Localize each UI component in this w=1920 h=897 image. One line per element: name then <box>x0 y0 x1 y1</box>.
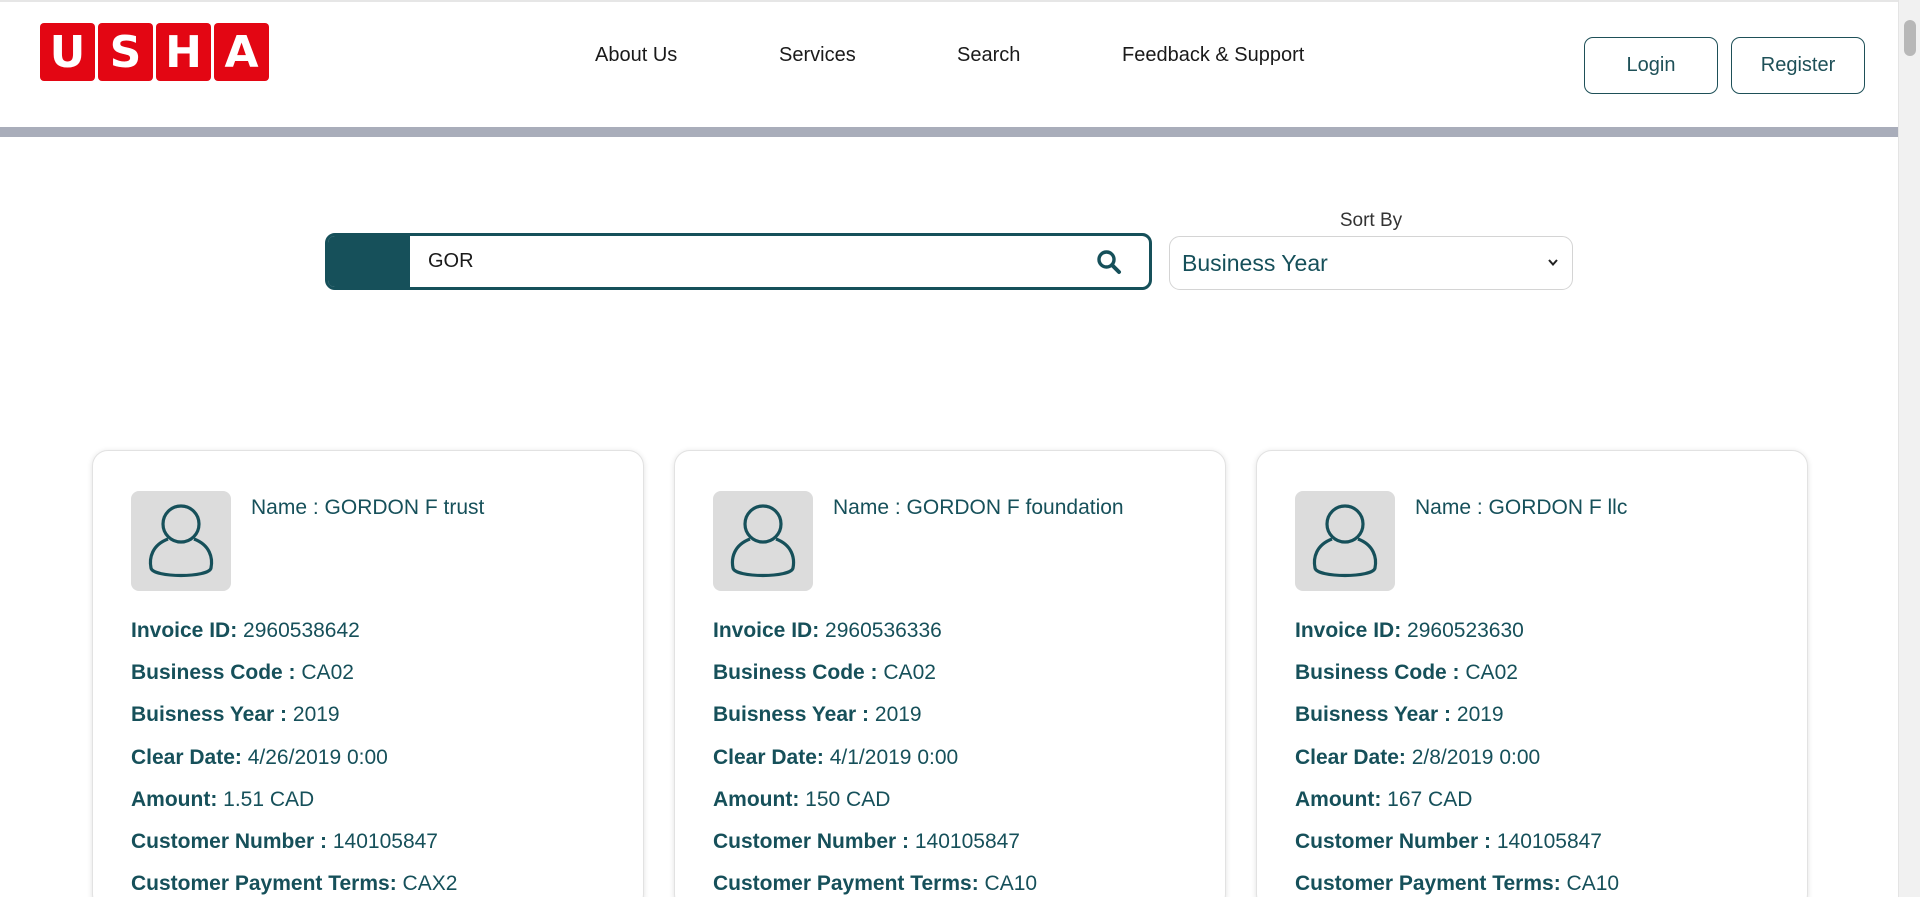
logo-letter: A <box>214 23 269 81</box>
customer-number-field: Customer Number : 140105847 <box>713 830 1020 853</box>
logo-letter: H <box>156 23 211 81</box>
card-name: Name : GORDON F foundation <box>833 496 1124 519</box>
amount-field: Amount: 167 CAD <box>1295 788 1473 811</box>
amount-field: Amount: 1.51 CAD <box>131 788 315 811</box>
clear-date-field: Clear Date: 2/8/2019 0:00 <box>1295 746 1541 769</box>
business-code-field: Business Code : CA02 <box>1295 661 1518 684</box>
sort-by-label: Sort By <box>1339 210 1403 231</box>
invoice-id-field: Invoice ID: 2960538642 <box>131 619 360 642</box>
nav-feedback-support[interactable]: Feedback & Support <box>1122 44 1304 67</box>
business-code-field: Business Code : CA02 <box>713 661 936 684</box>
business-year-field: Buisness Year : 2019 <box>713 703 922 726</box>
sort-by-select[interactable]: Business Year <box>1169 236 1573 290</box>
scrollbar-thumb[interactable] <box>1904 20 1916 56</box>
invoice-id-field: Invoice ID: 2960536336 <box>713 619 942 642</box>
customer-card[interactable]: Name : GORDON F llc Invoice ID: 29605236… <box>1256 450 1808 897</box>
card-name: Name : GORDON F trust <box>251 496 485 519</box>
login-button[interactable]: Login <box>1584 37 1718 94</box>
register-button[interactable]: Register <box>1731 37 1865 94</box>
header-divider <box>0 127 1898 137</box>
site-header: U S H A About Us Services Search Feedbac… <box>0 2 1898 127</box>
nav-search[interactable]: Search <box>957 44 1020 67</box>
usha-logo[interactable]: U S H A <box>40 23 269 81</box>
clear-date-field: Clear Date: 4/1/2019 0:00 <box>713 746 959 769</box>
business-code-field: Business Code : CA02 <box>131 661 354 684</box>
search-prefix-block <box>328 236 410 287</box>
business-year-field: Buisness Year : 2019 <box>131 703 340 726</box>
clear-date-field: Clear Date: 4/26/2019 0:00 <box>131 746 388 769</box>
chevron-down-icon <box>1548 259 1558 267</box>
nav-about-us[interactable]: About Us <box>595 44 677 67</box>
logo-letter: U <box>40 23 95 81</box>
customer-card[interactable]: Name : GORDON F foundation Invoice ID: 2… <box>674 450 1226 897</box>
search-bar <box>325 233 1152 290</box>
payment-terms-field: Customer Payment Terms: CA10 <box>713 872 1038 895</box>
page-scrollbar[interactable] <box>1898 0 1920 897</box>
customer-number-field: Customer Number : 140105847 <box>1295 830 1602 853</box>
business-year-field: Buisness Year : 2019 <box>1295 703 1504 726</box>
nav-services[interactable]: Services <box>779 44 856 67</box>
payment-terms-field: Customer Payment Terms: CA10 <box>1295 872 1620 895</box>
user-icon <box>148 504 214 578</box>
search-input[interactable] <box>410 236 1069 287</box>
card-name: Name : GORDON F llc <box>1415 496 1628 519</box>
avatar <box>131 491 231 591</box>
user-icon <box>1312 504 1378 578</box>
avatar <box>1295 491 1395 591</box>
payment-terms-field: Customer Payment Terms: CAX2 <box>131 872 458 895</box>
user-icon <box>730 504 796 578</box>
avatar <box>713 491 813 591</box>
search-icon[interactable] <box>1069 236 1149 287</box>
invoice-id-field: Invoice ID: 2960523630 <box>1295 619 1524 642</box>
customer-card[interactable]: Name : GORDON F trust Invoice ID: 296053… <box>92 450 644 897</box>
logo-letter: S <box>98 23 153 81</box>
customer-number-field: Customer Number : 140105847 <box>131 830 438 853</box>
amount-field: Amount: 150 CAD <box>713 788 891 811</box>
sort-selected-value: Business Year <box>1182 249 1328 276</box>
